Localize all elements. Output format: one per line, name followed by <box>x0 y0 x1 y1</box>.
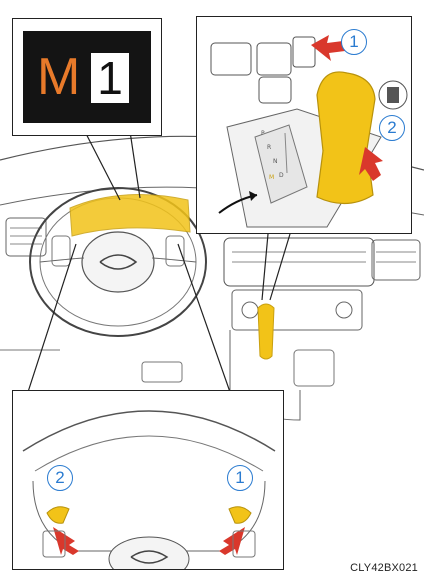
right-paddle <box>228 506 252 524</box>
figure-code: CLY42BX021 <box>350 562 418 574</box>
marker-left-paddle: 2 <box>47 465 73 491</box>
left-paddle <box>46 506 70 524</box>
multi-information-display: M 1 <box>23 31 151 123</box>
illustration: M 1 P R N D M 1 2 2 1 CLY42BX021 <box>0 0 424 578</box>
shift-lever-callout: P R N D M 1 2 <box>196 16 412 234</box>
marker-right-paddle: 1 <box>227 465 253 491</box>
display-callout: M 1 <box>12 18 162 136</box>
marker-forward: 1 <box>341 29 367 55</box>
mode-letter: M <box>37 48 81 106</box>
paddle-shift-callout: 2 1 <box>12 390 284 570</box>
gate-label-p: P <box>261 130 265 137</box>
gate-label-r: R <box>267 144 271 151</box>
gate-label-m: M <box>269 174 274 181</box>
gate-label-n: N <box>273 158 278 165</box>
highlight-shift-lever <box>257 303 275 360</box>
gate-label-d: D <box>279 172 284 179</box>
marker-back: 2 <box>379 115 405 141</box>
gear-number: 1 <box>91 53 129 103</box>
